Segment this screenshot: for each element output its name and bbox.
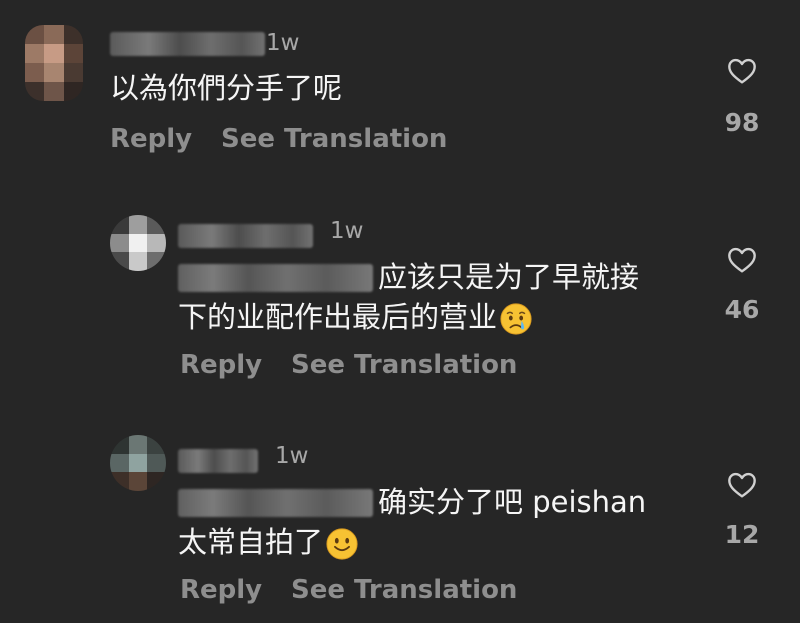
like-count: 12	[724, 520, 760, 549]
see-translation-button[interactable]: See Translation	[291, 575, 517, 605]
mention-blurred[interactable]	[178, 489, 373, 517]
like-count: 98	[724, 108, 760, 137]
comment-2: 1w 应该只是为了早就接 下的业配作出最后的营业 Reply See Trans…	[0, 180, 800, 405]
heart-icon[interactable]	[725, 469, 759, 501]
heart-icon[interactable]	[725, 244, 759, 276]
username-blurred[interactable]	[110, 32, 265, 56]
crying-face-emoji-icon	[500, 303, 532, 335]
comment-1: 1w 以為你們分手了呢 Reply See Translation 98	[0, 0, 800, 180]
comment-text-line-2: 太常自拍了	[178, 520, 359, 564]
see-translation-button[interactable]: See Translation	[221, 124, 447, 154]
timestamp: 1w	[275, 443, 309, 469]
heart-icon[interactable]	[725, 55, 759, 87]
avatar[interactable]	[110, 215, 166, 271]
avatar[interactable]	[25, 25, 83, 101]
username-blurred[interactable]	[178, 449, 258, 473]
comment-text-line-2: 下的业配作出最后的营业	[178, 295, 533, 339]
reply-button[interactable]: Reply	[180, 350, 262, 380]
mention-blurred[interactable]	[178, 264, 373, 292]
smiling-face-emoji-icon	[326, 528, 358, 560]
reply-button[interactable]: Reply	[110, 124, 192, 154]
like-count: 46	[724, 295, 760, 324]
comment-text-line-1: 应该只是为了早就接	[378, 260, 640, 294]
comment-text-line-2-text: 太常自拍了	[178, 525, 324, 559]
username-blurred[interactable]	[178, 224, 313, 248]
timestamp: 1w	[266, 30, 300, 56]
comment-text-line-1: 确实分了吧 peishan	[378, 485, 647, 519]
avatar[interactable]	[110, 435, 166, 491]
comment-text-line-2-text: 下的业配作出最后的营业	[178, 300, 498, 334]
comment-text: 以為你們分手了呢	[110, 71, 343, 105]
comment-3: 1w 确实分了吧 peishan 太常自拍了 Reply See Transla…	[0, 405, 800, 623]
reply-button[interactable]: Reply	[180, 575, 262, 605]
see-translation-button[interactable]: See Translation	[291, 350, 517, 380]
timestamp: 1w	[330, 218, 364, 244]
